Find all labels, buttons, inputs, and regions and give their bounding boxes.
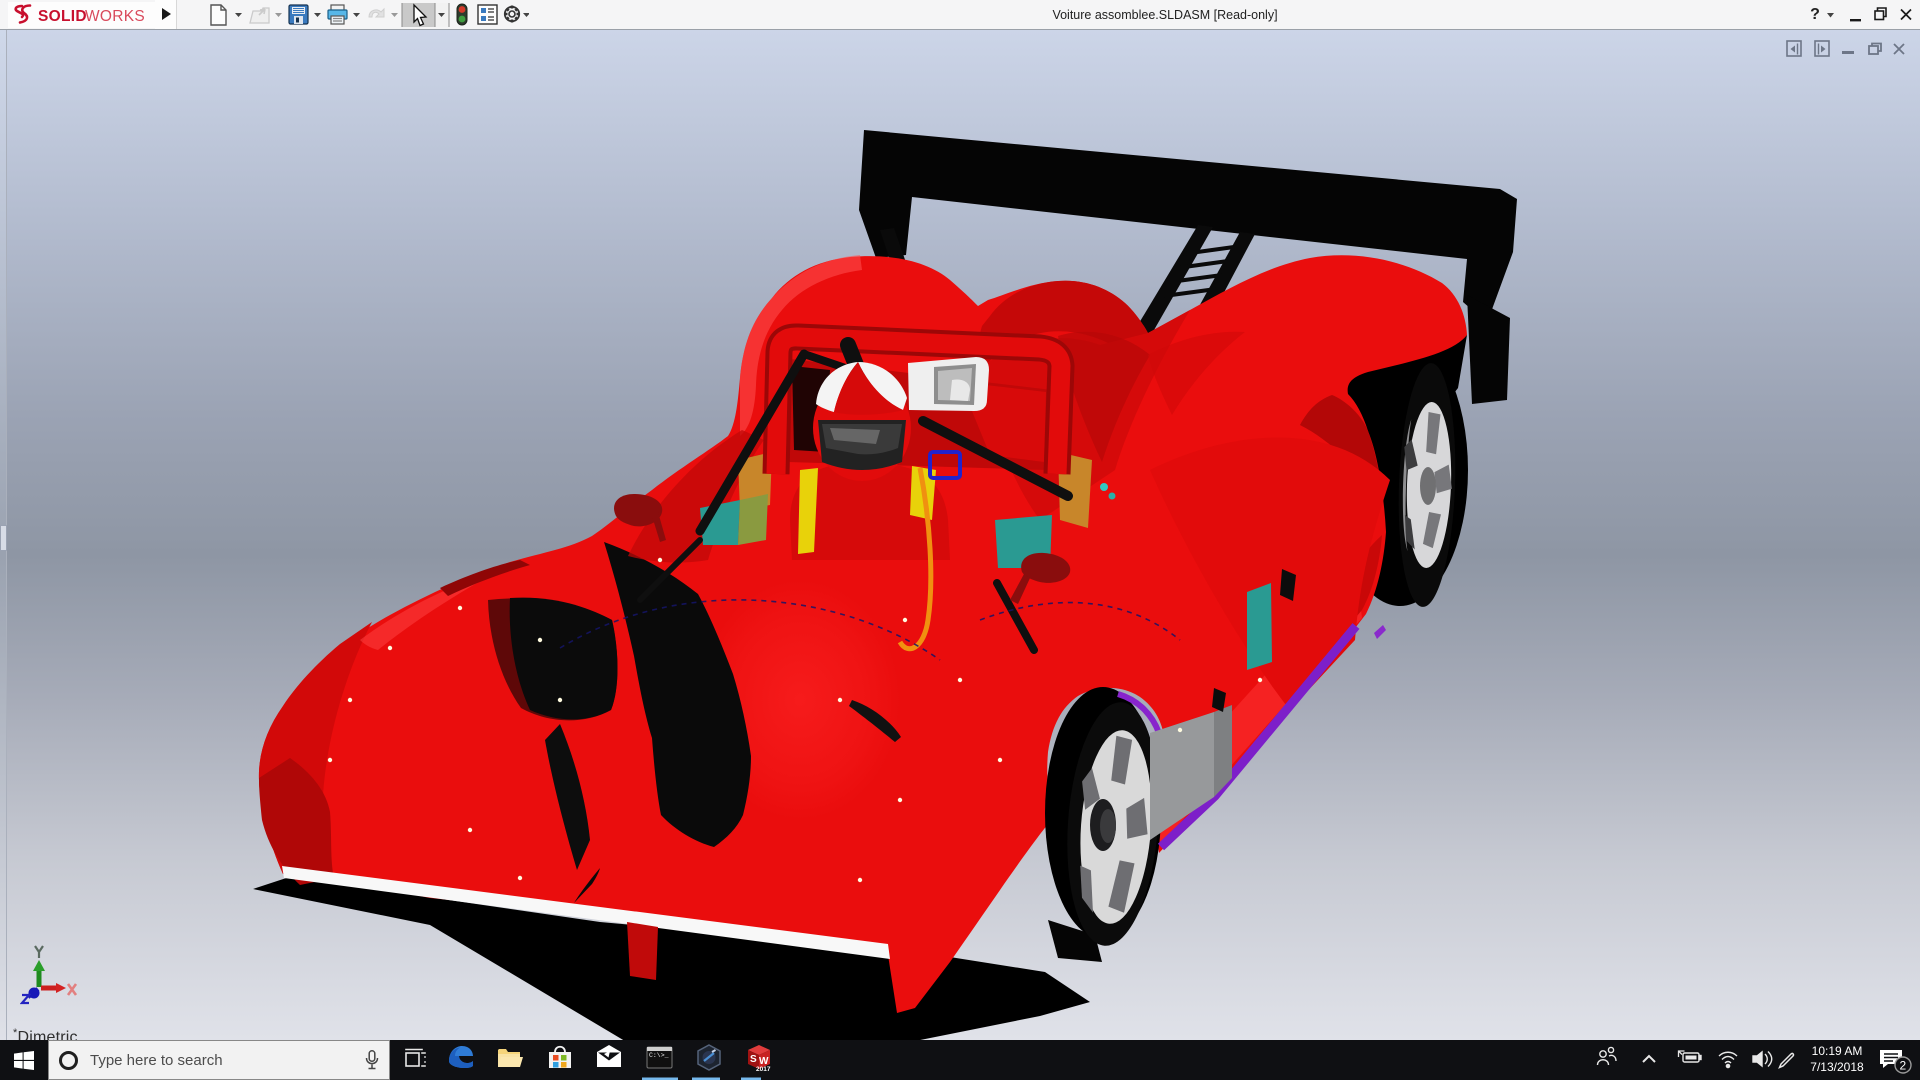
svg-text:S: S — [750, 1054, 757, 1065]
svg-text:2017: 2017 — [756, 1066, 771, 1073]
svg-text:2: 2 — [1900, 1059, 1907, 1073]
svg-text:WORKS: WORKS — [85, 8, 145, 25]
svg-text:C:\>_: C:\>_ — [649, 1052, 669, 1059]
svg-text:SOLID: SOLID — [38, 8, 87, 25]
